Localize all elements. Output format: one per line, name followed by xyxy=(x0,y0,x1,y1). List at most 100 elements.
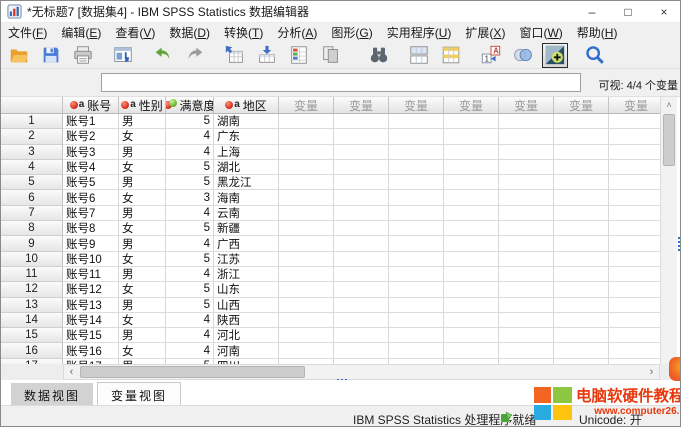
minimize-button[interactable]: – xyxy=(574,1,610,23)
save-icon[interactable] xyxy=(38,43,64,68)
empty-cell[interactable] xyxy=(279,206,334,221)
column-header-1[interactable]: a账号 xyxy=(63,97,119,114)
row-header-7[interactable]: 7 xyxy=(1,206,63,221)
empty-cell[interactable] xyxy=(499,282,554,297)
empty-cell[interactable] xyxy=(499,298,554,313)
data-cell[interactable]: 女 xyxy=(119,190,166,205)
empty-cell[interactable] xyxy=(609,129,660,144)
empty-column-header[interactable]: 变量 xyxy=(279,97,334,114)
variables-icon[interactable] xyxy=(286,43,312,68)
empty-cell[interactable] xyxy=(389,328,444,343)
empty-cell[interactable] xyxy=(554,160,609,175)
empty-cell[interactable] xyxy=(499,328,554,343)
empty-cell[interactable] xyxy=(444,313,499,328)
data-cell[interactable]: 账号13 xyxy=(63,298,119,313)
data-cell[interactable]: 山东 xyxy=(214,282,279,297)
data-cell[interactable]: 上海 xyxy=(214,145,279,160)
empty-column-header[interactable]: 变量 xyxy=(444,97,499,114)
data-cell[interactable]: 新疆 xyxy=(214,221,279,236)
undo-icon[interactable] xyxy=(150,43,176,68)
empty-cell[interactable] xyxy=(334,343,389,358)
data-cell[interactable]: 河北 xyxy=(214,328,279,343)
goto-case-icon[interactable] xyxy=(222,43,248,68)
tab-variable-view[interactable]: 变量视图 xyxy=(97,382,181,407)
empty-cell[interactable] xyxy=(444,129,499,144)
row-header-4[interactable]: 4 xyxy=(1,160,63,175)
empty-cell[interactable] xyxy=(554,267,609,282)
row-header-16[interactable]: 16 xyxy=(1,343,63,358)
data-cell[interactable]: 账号10 xyxy=(63,252,119,267)
empty-cell[interactable] xyxy=(554,221,609,236)
empty-cell[interactable] xyxy=(444,298,499,313)
empty-cell[interactable] xyxy=(609,343,660,358)
empty-cell[interactable] xyxy=(334,129,389,144)
empty-column-header[interactable]: 变量 xyxy=(554,97,609,114)
goto-variable-icon[interactable] xyxy=(254,43,280,68)
data-cell[interactable]: 男 xyxy=(119,145,166,160)
data-cell[interactable]: 4 xyxy=(166,328,214,343)
data-cell[interactable]: 账号6 xyxy=(63,190,119,205)
empty-cell[interactable] xyxy=(609,252,660,267)
data-cell[interactable]: 男 xyxy=(119,114,166,129)
print-icon[interactable] xyxy=(70,43,96,68)
empty-column-header[interactable]: 变量 xyxy=(389,97,444,114)
empty-cell[interactable] xyxy=(499,145,554,160)
value-labels-icon[interactable]: 1A xyxy=(478,43,504,68)
empty-cell[interactable] xyxy=(444,282,499,297)
data-cell[interactable]: 4 xyxy=(166,236,214,251)
empty-cell[interactable] xyxy=(279,175,334,190)
empty-cell[interactable] xyxy=(279,298,334,313)
empty-cell[interactable] xyxy=(389,129,444,144)
empty-cell[interactable] xyxy=(334,313,389,328)
data-cell[interactable]: 4 xyxy=(166,267,214,282)
empty-column-header[interactable]: 变量 xyxy=(334,97,389,114)
empty-cell[interactable] xyxy=(609,190,660,205)
empty-cell[interactable] xyxy=(389,298,444,313)
empty-cell[interactable] xyxy=(554,236,609,251)
empty-cell[interactable] xyxy=(389,252,444,267)
redo-icon[interactable] xyxy=(182,43,208,68)
empty-cell[interactable] xyxy=(554,114,609,129)
data-cell[interactable]: 湖南 xyxy=(214,114,279,129)
data-cell[interactable]: 广东 xyxy=(214,129,279,144)
empty-cell[interactable] xyxy=(609,206,660,221)
empty-cell[interactable] xyxy=(334,175,389,190)
empty-cell[interactable] xyxy=(609,221,660,236)
data-cell[interactable]: 账号1 xyxy=(63,114,119,129)
data-cell[interactable]: 账号12 xyxy=(63,282,119,297)
horizontal-scroll-thumb[interactable] xyxy=(80,366,305,378)
empty-cell[interactable] xyxy=(279,282,334,297)
empty-cell[interactable] xyxy=(389,267,444,282)
empty-cell[interactable] xyxy=(444,343,499,358)
data-cell[interactable]: 5 xyxy=(166,160,214,175)
data-cell[interactable]: 男 xyxy=(119,206,166,221)
maximize-button[interactable]: □ xyxy=(610,1,646,23)
empty-cell[interactable] xyxy=(554,298,609,313)
empty-cell[interactable] xyxy=(444,328,499,343)
empty-cell[interactable] xyxy=(609,313,660,328)
empty-cell[interactable] xyxy=(499,175,554,190)
menu-item-a[interactable]: 分析(A) xyxy=(270,22,324,43)
row-header-9[interactable]: 9 xyxy=(1,236,63,251)
data-cell[interactable]: 4 xyxy=(166,313,214,328)
empty-cell[interactable] xyxy=(499,190,554,205)
vertical-scrollbar[interactable]: ˄ xyxy=(660,97,677,364)
scroll-right-arrow-icon[interactable]: › xyxy=(644,365,659,379)
grid-corner-cell[interactable] xyxy=(1,97,63,114)
empty-cell[interactable] xyxy=(444,175,499,190)
horizontal-scrollbar[interactable]: ‹ › xyxy=(63,364,660,380)
empty-cell[interactable] xyxy=(279,129,334,144)
data-cell[interactable]: 账号2 xyxy=(63,129,119,144)
empty-cell[interactable] xyxy=(444,221,499,236)
data-cell[interactable]: 账号15 xyxy=(63,328,119,343)
row-header-12[interactable]: 12 xyxy=(1,282,63,297)
row-header-11[interactable]: 11 xyxy=(1,267,63,282)
column-header-4[interactable]: a地区 xyxy=(214,97,279,114)
empty-cell[interactable] xyxy=(499,221,554,236)
cell-editor-input[interactable] xyxy=(101,73,581,92)
data-cell[interactable]: 男 xyxy=(119,328,166,343)
data-cell[interactable]: 广西 xyxy=(214,236,279,251)
row-header-14[interactable]: 14 xyxy=(1,313,63,328)
data-cell[interactable]: 账号8 xyxy=(63,221,119,236)
menu-item-x[interactable]: 扩展(X) xyxy=(458,22,512,43)
